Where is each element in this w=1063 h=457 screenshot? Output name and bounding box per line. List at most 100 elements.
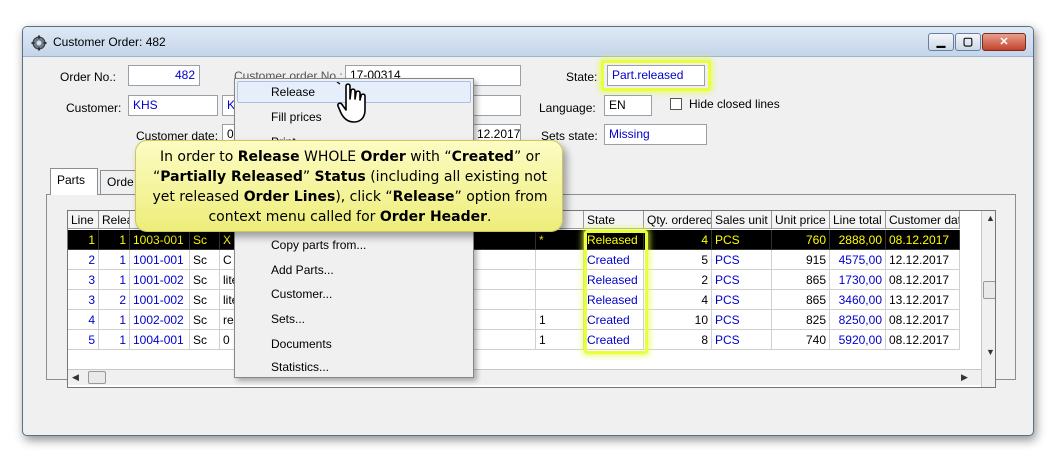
cell-total: 3460,00 xyxy=(830,290,886,310)
scroll-right-icon[interactable]: ▶ xyxy=(961,372,968,383)
window-title: Customer Order: 482 xyxy=(53,35,166,49)
callout-segment: WHOLE xyxy=(299,149,361,165)
menu-item-sets[interactable]: Sets... xyxy=(271,312,305,326)
cell-unit: PCS xyxy=(712,250,772,270)
cell-date: 08.12.2017 xyxy=(886,230,960,250)
title-bar: Customer Order: 482 ▁ ▢ ✕ xyxy=(23,27,1033,57)
close-button[interactable]: ✕ xyxy=(982,33,1026,51)
cell-release: 1 xyxy=(99,250,130,270)
state-column-highlight xyxy=(584,230,648,354)
cell-part: 1001-001 xyxy=(130,250,190,270)
minimize-button[interactable]: ▁ xyxy=(928,33,954,51)
cell-line: 2 xyxy=(68,250,99,270)
hand-cursor-icon xyxy=(336,82,366,123)
cell-sc: Sc xyxy=(190,230,220,250)
column-header[interactable]: Sales unit xyxy=(712,211,772,229)
callout-segment: ), click “ xyxy=(335,189,393,205)
cell-line: 5 xyxy=(68,330,99,350)
cell-qty: 2 xyxy=(644,270,712,290)
tab-parts[interactable]: Parts xyxy=(50,168,98,195)
scroll-thumb-h[interactable] xyxy=(88,371,106,384)
scroll-thumb[interactable] xyxy=(983,281,995,299)
order-lines-grid: LineReleaionStateQty. orderedSales unitU… xyxy=(67,210,996,388)
cell-price: 760 xyxy=(772,230,830,250)
callout-bold-term: Release xyxy=(237,149,300,165)
menu-item-fill-prices[interactable]: Fill prices xyxy=(271,110,322,124)
cell-part: 1002-002 xyxy=(130,310,190,330)
callout-bold-term: Release xyxy=(392,189,455,205)
cell-date: 08.12.2017 xyxy=(886,270,960,290)
cell-total: 1730,00 xyxy=(830,270,886,290)
cell-date: 12.12.2017 xyxy=(886,250,960,270)
menu-item-add-parts[interactable]: Add Parts... xyxy=(271,263,334,277)
hide-closed-lines-label: Hide closed lines xyxy=(689,97,780,111)
scroll-left-icon[interactable]: ◀ xyxy=(72,372,79,383)
column-header[interactable]: Line total xyxy=(830,211,886,229)
column-header[interactable]: Relea xyxy=(99,211,130,229)
customer-field[interactable]: KHS xyxy=(128,95,218,116)
cell-qty: 5 xyxy=(644,250,712,270)
callout-segment: In order to xyxy=(159,149,238,165)
instruction-callout: In order to Release WHOLE Order with “Cr… xyxy=(135,140,563,232)
column-header[interactable]: Unit price xyxy=(772,211,830,229)
cell-line: 1 xyxy=(68,230,99,250)
menu-item-release[interactable]: Release xyxy=(271,85,315,99)
cell-release: 1 xyxy=(99,310,130,330)
cell-total: 5920,00 xyxy=(830,330,886,350)
cell-line: 3 xyxy=(68,290,99,310)
language-label: Language: xyxy=(539,101,596,115)
cell-total: 2888,00 xyxy=(830,230,886,250)
cell-part: 1001-002 xyxy=(130,270,190,290)
vertical-scrollbar[interactable]: ▲ ▼ xyxy=(981,211,995,387)
close-icon: ✕ xyxy=(999,36,1009,48)
cell-ion xyxy=(536,270,584,290)
cell-unit: PCS xyxy=(712,310,772,330)
customer-extra-field[interactable] xyxy=(472,95,521,116)
cell-price: 865 xyxy=(772,270,830,290)
state-highlight xyxy=(601,60,711,91)
menu-item-statistics[interactable]: Statistics... xyxy=(271,360,329,374)
callout-bold-term: Created xyxy=(451,149,514,165)
cell-sc: Sc xyxy=(190,250,220,270)
menu-item-copy-parts-from[interactable]: Copy parts from... xyxy=(271,238,366,252)
cell-total: 4575,00 xyxy=(830,250,886,270)
cell-price: 825 xyxy=(772,310,830,330)
cell-line: 4 xyxy=(68,310,99,330)
cell-price: 915 xyxy=(772,250,830,270)
cell-unit: PCS xyxy=(712,270,772,290)
menu-item-documents[interactable]: Documents xyxy=(271,337,332,351)
cell-part: 1004-001 xyxy=(130,330,190,350)
maximize-icon: ▢ xyxy=(962,36,974,48)
column-header[interactable]: Customer dat xyxy=(886,211,960,229)
callout-bold-term: Partially Released xyxy=(160,169,303,185)
maximize-button[interactable]: ▢ xyxy=(955,33,981,51)
scroll-down-icon[interactable]: ▼ xyxy=(986,347,995,357)
minimize-icon: ▁ xyxy=(936,36,946,48)
horizontal-scrollbar[interactable]: ◀ ▶ xyxy=(68,369,981,385)
cell-unit: PCS xyxy=(712,230,772,250)
cell-date: 13.12.2017 xyxy=(886,290,960,310)
customer-label: Customer: xyxy=(66,101,122,115)
sets-state-field: Missing xyxy=(604,124,707,145)
cell-date: 08.12.2017 xyxy=(886,310,960,330)
order-no-field[interactable]: 482 xyxy=(128,65,200,86)
cell-ion xyxy=(536,250,584,270)
cell-ion xyxy=(536,290,584,310)
scroll-up-icon[interactable]: ▲ xyxy=(986,213,995,223)
callout-bold-term: Order Header xyxy=(379,209,488,225)
cell-release: 1 xyxy=(99,230,130,250)
column-header[interactable]: Qty. ordered xyxy=(644,211,712,229)
callout-segment: . xyxy=(487,209,492,225)
cell-sc: Sc xyxy=(190,290,220,310)
column-header[interactable]: State xyxy=(584,211,644,229)
language-field[interactable]: EN xyxy=(604,95,652,116)
hide-closed-lines-checkbox[interactable] xyxy=(670,98,682,110)
cell-line: 3 xyxy=(68,270,99,290)
cell-release: 1 xyxy=(99,270,130,290)
callout-segment: with “ xyxy=(405,149,452,165)
cell-sc: Sc xyxy=(190,310,220,330)
state-label: State: xyxy=(566,70,598,84)
column-header[interactable]: Line xyxy=(68,211,99,229)
menu-item-customer[interactable]: Customer... xyxy=(271,287,332,301)
cell-release: 1 xyxy=(99,330,130,350)
